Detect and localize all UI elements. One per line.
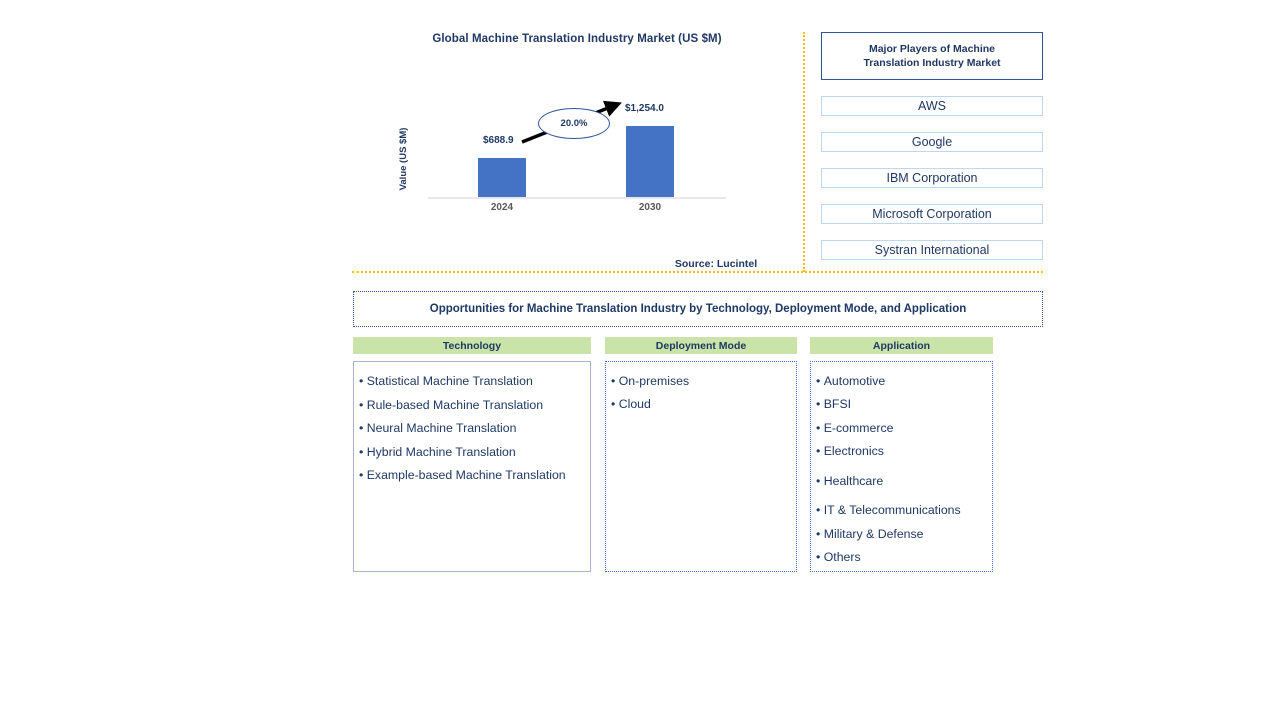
list-item: • Military & Defense bbox=[816, 523, 988, 546]
player-item-google[interactable]: Google bbox=[821, 132, 1043, 152]
list-item: • Cloud bbox=[611, 393, 792, 416]
page-title: Global Machine Translation Industry Mark… bbox=[432, 33, 722, 45]
list-item-label: Others bbox=[823, 550, 861, 565]
bar-2024 bbox=[478, 158, 526, 197]
major-players-panel: Major Players of Machine Translation Ind… bbox=[821, 32, 1043, 260]
column-body-application: • Automotive • BFSI • E-commerce • Elect… bbox=[810, 361, 993, 572]
major-players-title-line2: Translation Industry Market bbox=[863, 57, 1001, 69]
bullet-glyph: • bbox=[816, 374, 824, 388]
list-item: • Hybrid Machine Translation bbox=[359, 441, 586, 465]
list-item-label: E-commerce bbox=[823, 420, 894, 435]
y-axis-label: Value (US $M) bbox=[398, 127, 409, 191]
bullet-glyph: • bbox=[611, 374, 619, 388]
bullet-glyph: • bbox=[816, 420, 824, 435]
bullet-glyph: • bbox=[359, 374, 367, 388]
list-item: • E-commerce bbox=[816, 417, 988, 440]
bullet-glyph: • bbox=[816, 397, 824, 412]
player-item-aws[interactable]: AWS bbox=[821, 96, 1043, 116]
column-body-deployment-mode: • On-premises • Cloud bbox=[605, 361, 797, 572]
list-item: • On-premises bbox=[611, 370, 792, 393]
list-item: • Rule-based Machine Translation bbox=[359, 394, 586, 418]
source-note: Source: Lucintel bbox=[674, 258, 758, 270]
x-axis-line bbox=[428, 197, 726, 199]
list-item: • Neural Machine Translation bbox=[359, 417, 586, 441]
list-item-label: Military & Defense bbox=[823, 526, 924, 541]
list-item-label: Example-based Machine Translation bbox=[366, 468, 566, 482]
bullet-glyph: • bbox=[816, 550, 824, 565]
vertical-divider bbox=[803, 32, 805, 272]
list-item-label: Neural Machine Translation bbox=[366, 421, 517, 435]
list-item-label: Automotive bbox=[823, 374, 886, 388]
list-item-label: Healthcare bbox=[823, 473, 884, 488]
list-item-label: Hybrid Machine Translation bbox=[366, 444, 516, 459]
opportunities-banner: Opportunities for Machine Translation In… bbox=[353, 291, 1043, 327]
bullet-glyph: • bbox=[359, 397, 367, 412]
bullet-glyph: • bbox=[816, 443, 824, 458]
bullet-glyph: • bbox=[359, 421, 367, 435]
major-players-title: Major Players of Machine Translation Ind… bbox=[821, 32, 1043, 80]
bullet-glyph: • bbox=[359, 468, 367, 482]
bar-value-2024: $688.9 bbox=[483, 135, 514, 146]
list-item-label: BFSI bbox=[823, 397, 852, 412]
list-item: • Example-based Machine Translation bbox=[359, 464, 586, 488]
bullet-glyph: • bbox=[816, 473, 824, 488]
horizontal-divider bbox=[352, 271, 1043, 273]
list-item: • Healthcare bbox=[816, 470, 988, 493]
column-header-deployment-mode: Deployment Mode bbox=[605, 337, 797, 354]
player-item-ibm[interactable]: IBM Corporation bbox=[821, 168, 1043, 188]
list-item: • Electronics bbox=[816, 440, 988, 463]
market-bar-chart: Value (US $M) $688.9 $1,254.0 2024 2030 … bbox=[398, 95, 740, 220]
list-item-label: Statistical Machine Translation bbox=[366, 374, 533, 388]
list-item: • Statistical Machine Translation bbox=[359, 370, 586, 394]
list-item-label: Electronics bbox=[823, 443, 884, 458]
column-header-technology: Technology bbox=[353, 337, 591, 354]
list-item-label: IT & Telecommunications bbox=[823, 503, 961, 518]
column-header-application: Application bbox=[810, 337, 993, 354]
bar-value-2030: $1,254.0 bbox=[625, 103, 664, 114]
player-item-systran[interactable]: Systran International bbox=[821, 240, 1043, 260]
major-players-title-line1: Major Players of Machine bbox=[868, 43, 996, 55]
list-item-label: On-premises bbox=[618, 374, 690, 388]
bullet-glyph: • bbox=[611, 397, 619, 411]
bar-2030 bbox=[626, 126, 674, 197]
column-body-technology: • Statistical Machine Translation • Rule… bbox=[353, 361, 591, 572]
list-item-label: Cloud bbox=[618, 397, 651, 411]
bullet-glyph: • bbox=[359, 444, 367, 459]
list-item-label: Rule-based Machine Translation bbox=[366, 397, 544, 412]
cagr-value: 20.0% bbox=[560, 118, 588, 129]
list-item: • BFSI bbox=[816, 393, 988, 416]
player-item-microsoft[interactable]: Microsoft Corporation bbox=[821, 204, 1043, 224]
list-item: • Others bbox=[816, 546, 988, 569]
list-item: • Automotive bbox=[816, 370, 988, 393]
x-tick-2024: 2024 bbox=[490, 202, 514, 213]
list-item: • IT & Telecommunications bbox=[816, 499, 988, 522]
bullet-glyph: • bbox=[816, 503, 824, 518]
x-tick-2030: 2030 bbox=[638, 202, 662, 213]
bullet-glyph: • bbox=[816, 526, 824, 541]
cagr-callout: 20.0% bbox=[538, 108, 610, 139]
